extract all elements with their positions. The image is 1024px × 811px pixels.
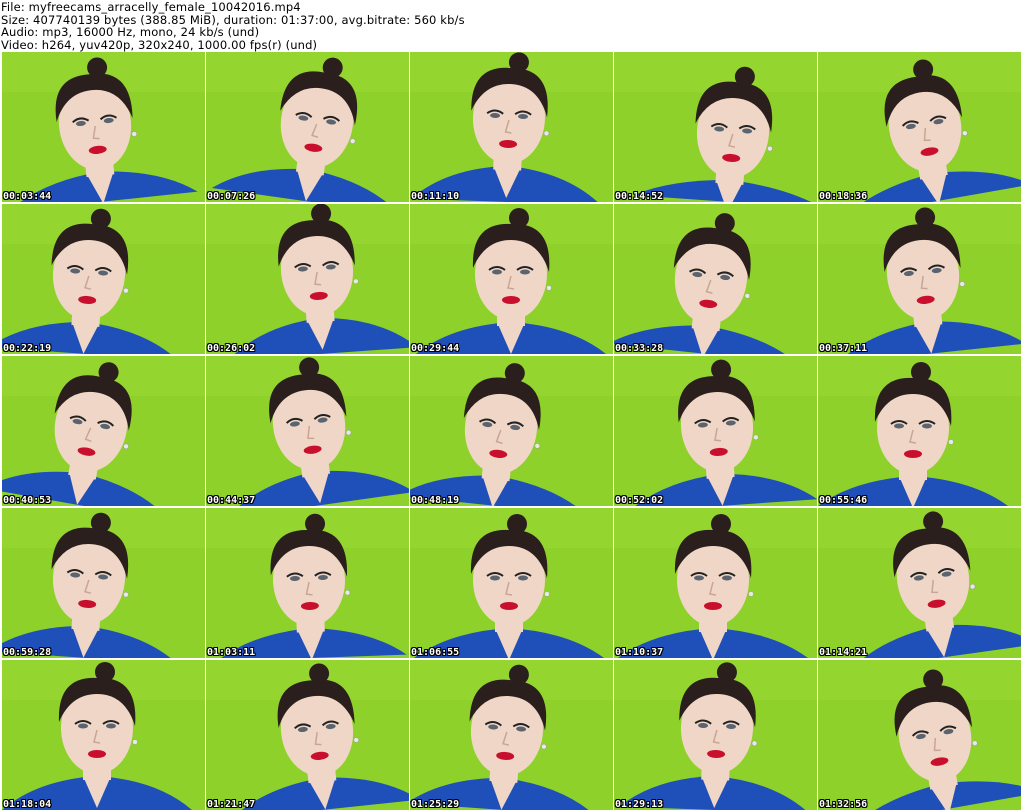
video-frame-thumbnail: 00:11:10	[410, 52, 613, 202]
frame-image	[2, 356, 205, 506]
frame-image	[206, 660, 409, 810]
frame-timestamp: 00:18:36	[819, 191, 868, 202]
frame-image	[2, 660, 205, 810]
video-frame-thumbnail: 00:22:19	[2, 204, 205, 354]
frame-image	[206, 52, 409, 202]
frame-image	[410, 508, 613, 658]
frame-image	[2, 508, 205, 658]
file-info-header: File: myfreecams_arracelly_female_100420…	[0, 0, 1024, 52]
video-frame-thumbnail: 01:14:21	[818, 508, 1021, 658]
frame-timestamp: 00:48:19	[411, 495, 460, 506]
frame-image	[614, 52, 817, 202]
frame-image	[410, 204, 613, 354]
video-frame-thumbnail: 00:59:28	[2, 508, 205, 658]
video-frame-thumbnail: 00:07:26	[206, 52, 409, 202]
audio-info-line: Audio: mp3, 16000 Hz, mono, 24 kb/s (und…	[1, 25, 260, 39]
frame-image	[614, 356, 817, 506]
frame-timestamp: 00:55:46	[819, 495, 868, 506]
frame-image	[2, 52, 205, 202]
video-frame-thumbnail: 01:18:04	[2, 660, 205, 810]
frame-timestamp: 00:26:02	[207, 343, 256, 354]
frame-timestamp: 00:14:52	[615, 191, 664, 202]
frame-image	[614, 508, 817, 658]
video-frame-thumbnail: 01:06:55	[410, 508, 613, 658]
frame-timestamp: 00:03:44	[3, 191, 52, 202]
frame-timestamp: 01:18:04	[3, 799, 52, 810]
frame-image	[818, 204, 1021, 354]
frame-image	[614, 660, 817, 810]
frame-timestamp: 00:52:02	[615, 495, 664, 506]
frame-timestamp: 01:32:56	[819, 799, 868, 810]
frame-image	[818, 52, 1021, 202]
frame-timestamp: 01:03:11	[207, 647, 256, 658]
frame-image	[206, 204, 409, 354]
video-frame-thumbnail: 01:32:56	[818, 660, 1021, 810]
video-frame-thumbnail: 00:29:44	[410, 204, 613, 354]
video-frame-thumbnail: 00:14:52	[614, 52, 817, 202]
frame-image	[818, 660, 1021, 810]
frame-image	[818, 508, 1021, 658]
video-frame-thumbnail: 00:55:46	[818, 356, 1021, 506]
frame-timestamp: 00:22:19	[3, 343, 52, 354]
frame-image	[818, 356, 1021, 506]
video-info-line: Video: h264, yuv420p, 320x240, 1000.00 f…	[1, 37, 318, 52]
video-frame-thumbnail: 01:21:47	[206, 660, 409, 810]
frame-timestamp: 01:10:37	[615, 647, 664, 658]
frame-timestamp: 00:07:26	[207, 191, 256, 202]
frame-timestamp: 00:44:37	[207, 495, 256, 506]
frame-timestamp: 00:40:53	[3, 495, 52, 506]
file-name-line: File: myfreecams_arracelly_female_100420…	[1, 0, 301, 14]
frame-timestamp: 00:11:10	[411, 191, 460, 202]
frame-image	[410, 52, 613, 202]
frame-image	[410, 356, 613, 506]
frame-timestamp: 01:14:21	[819, 647, 868, 658]
thumbnail-grid: 00:03:44 00:07:26 00:11:10 00:14:52 00:18:36…	[2, 52, 1022, 811]
video-frame-thumbnail: 01:10:37	[614, 508, 817, 658]
video-frame-thumbnail: 00:37:11	[818, 204, 1021, 354]
video-frame-thumbnail: 00:33:28	[614, 204, 817, 354]
video-frame-thumbnail: 01:25:29	[410, 660, 613, 810]
frame-timestamp: 00:37:11	[819, 343, 868, 354]
frame-timestamp: 01:06:55	[411, 647, 460, 658]
frame-timestamp: 00:33:28	[615, 343, 664, 354]
frame-image	[614, 204, 817, 354]
video-frame-thumbnail: 00:44:37	[206, 356, 409, 506]
video-frame-thumbnail: 00:18:36	[818, 52, 1021, 202]
video-frame-thumbnail: 01:03:11	[206, 508, 409, 658]
frame-image	[2, 204, 205, 354]
video-frame-thumbnail: 00:52:02	[614, 356, 817, 506]
video-frame-thumbnail: 00:26:02	[206, 204, 409, 354]
video-frame-thumbnail: 00:40:53	[2, 356, 205, 506]
frame-image	[206, 508, 409, 658]
video-frame-thumbnail: 00:03:44	[2, 52, 205, 202]
frame-timestamp: 00:59:28	[3, 647, 52, 658]
frame-timestamp: 01:21:47	[207, 799, 256, 810]
frame-timestamp: 01:25:29	[411, 799, 460, 810]
video-frame-thumbnail: 01:29:13	[614, 660, 817, 810]
frame-timestamp: 00:29:44	[411, 343, 460, 354]
video-frame-thumbnail: 00:48:19	[410, 356, 613, 506]
frame-image	[410, 660, 613, 810]
frame-image	[206, 356, 409, 506]
frame-timestamp: 01:29:13	[615, 799, 664, 810]
